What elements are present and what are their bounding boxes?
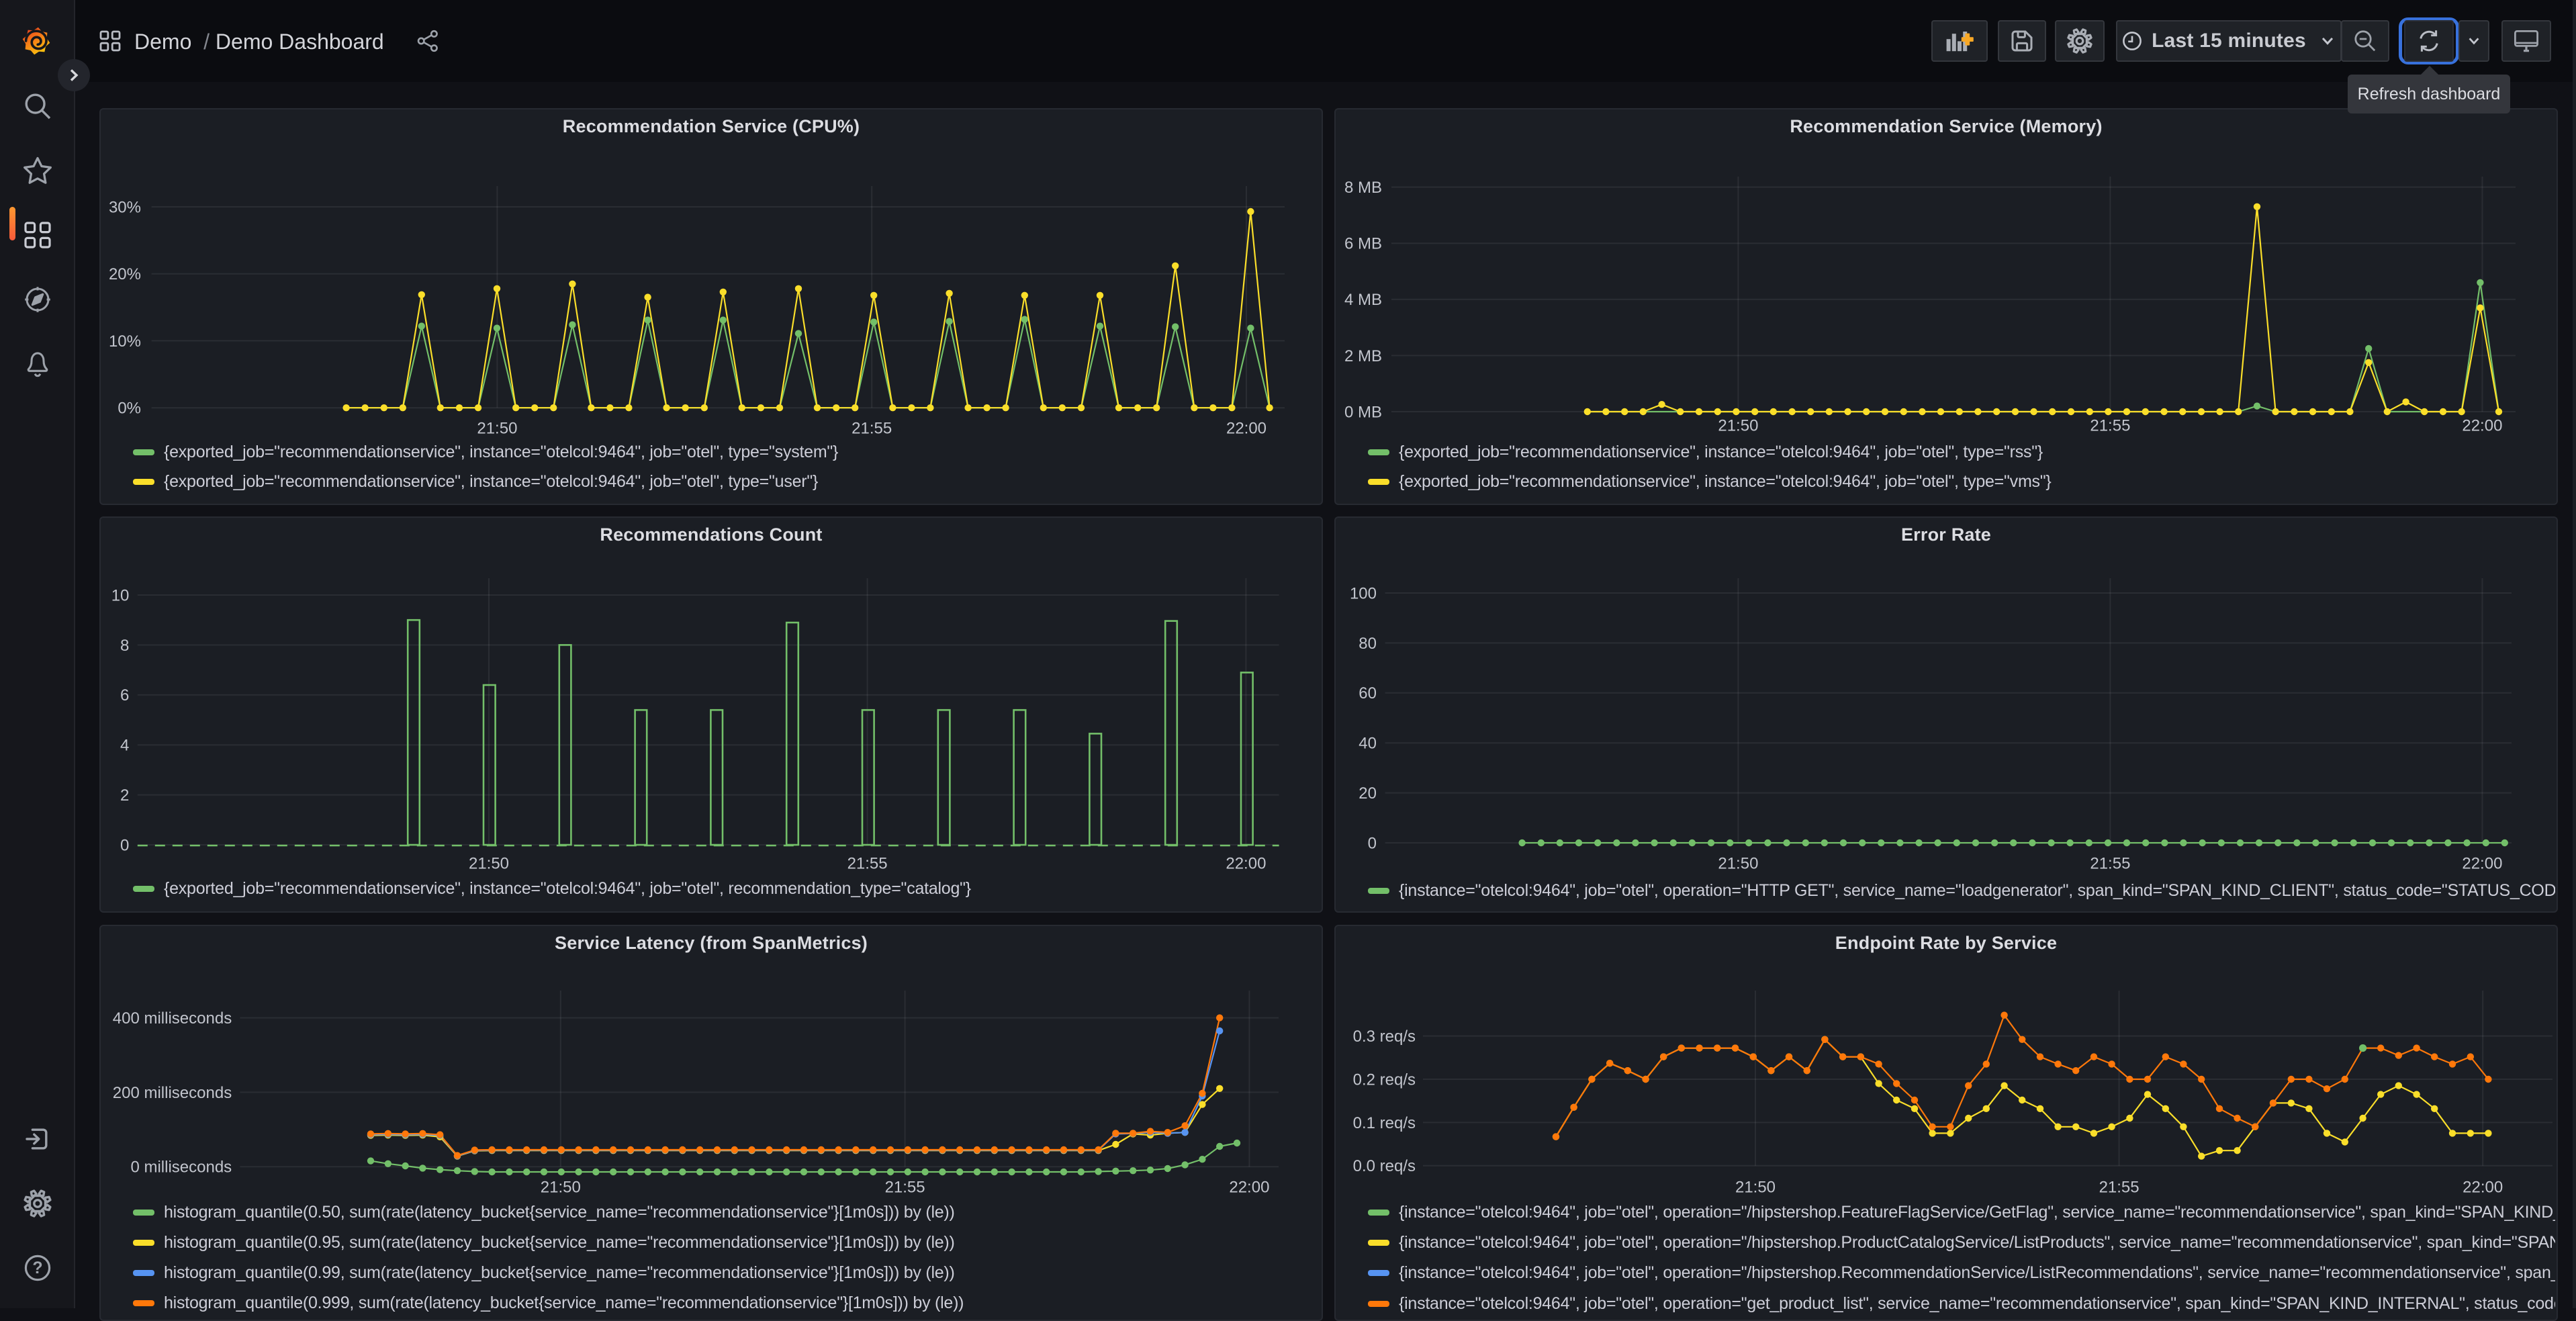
svg-text:21:50: 21:50 [1735,1178,1776,1196]
svg-text:0: 0 [1368,834,1377,852]
svg-text:0.2 req/s: 0.2 req/s [1353,1071,1416,1089]
svg-text:21:50: 21:50 [1718,855,1758,873]
svg-text:80: 80 [1359,635,1377,653]
svg-text:?: ? [32,1259,42,1277]
svg-text:22:00: 22:00 [1226,855,1266,873]
svg-text:4 MB: 4 MB [1344,291,1382,309]
svg-text:21:50: 21:50 [541,1178,581,1196]
svg-text:0 MB: 0 MB [1344,403,1382,421]
svg-text:0.0 req/s: 0.0 req/s [1353,1157,1416,1175]
svg-text:6: 6 [120,686,129,704]
svg-text:21:55: 21:55 [852,419,892,437]
svg-text:2 MB: 2 MB [1344,347,1382,365]
svg-text:21:55: 21:55 [2090,855,2130,873]
svg-text:22:00: 22:00 [2462,416,2502,435]
svg-text:60: 60 [1359,684,1377,702]
svg-text:10: 10 [111,586,130,604]
svg-text:20%: 20% [109,265,141,283]
svg-text:21:55: 21:55 [2090,416,2130,435]
svg-text:4: 4 [120,737,129,755]
svg-text:22:00: 22:00 [1229,1178,1269,1196]
svg-text:6 MB: 6 MB [1344,235,1382,253]
svg-text:200 milliseconds: 200 milliseconds [113,1084,232,1102]
svg-text:21:55: 21:55 [847,855,888,873]
svg-text:10%: 10% [109,332,141,351]
svg-text:0: 0 [120,836,129,854]
svg-text:22:00: 22:00 [1226,419,1267,437]
svg-text:0.3 req/s: 0.3 req/s [1353,1028,1416,1046]
svg-text:40: 40 [1359,735,1377,753]
svg-text:0%: 0% [118,400,141,418]
svg-text:21:50: 21:50 [477,419,517,437]
svg-text:21:55: 21:55 [885,1178,925,1196]
svg-text:22:00: 22:00 [2463,1178,2503,1196]
svg-text:8: 8 [120,637,129,655]
svg-text:30%: 30% [109,198,141,216]
svg-text:21:50: 21:50 [1718,416,1758,435]
svg-text:100: 100 [1350,584,1377,602]
svg-text:21:50: 21:50 [469,855,509,873]
svg-text:0.1 req/s: 0.1 req/s [1353,1114,1416,1132]
svg-text:0 milliseconds: 0 milliseconds [130,1158,232,1177]
svg-text:2: 2 [120,786,129,805]
svg-text:20: 20 [1359,784,1377,803]
svg-text:21:55: 21:55 [2099,1178,2140,1196]
svg-text:22:00: 22:00 [2462,855,2502,873]
svg-text:400 milliseconds: 400 milliseconds [113,1009,232,1028]
svg-text:8 MB: 8 MB [1344,179,1382,197]
